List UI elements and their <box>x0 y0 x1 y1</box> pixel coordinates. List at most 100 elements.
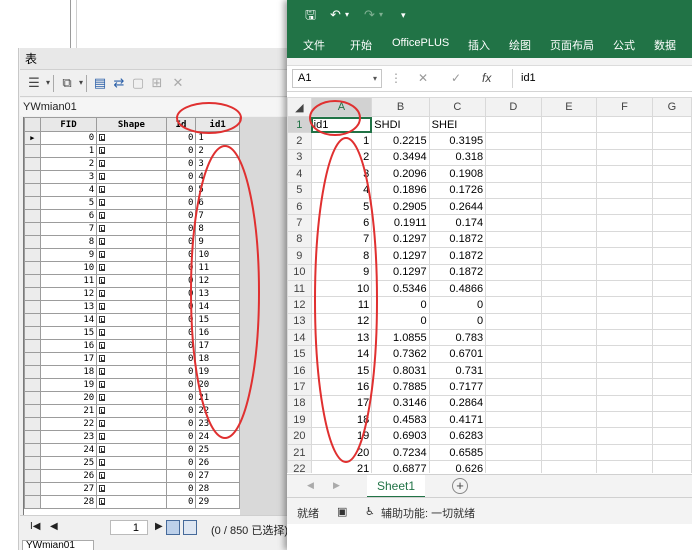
cell-id1[interactable]: 13 <box>195 287 240 301</box>
cell-c[interactable]: 0.1872 <box>428 263 487 281</box>
cell[interactable] <box>651 181 692 199</box>
row-selector[interactable] <box>24 391 41 405</box>
cell-id[interactable]: 0 <box>165 209 197 223</box>
cell[interactable] <box>485 361 542 380</box>
cell-b[interactable]: 0.7234 <box>371 443 430 462</box>
worksheet-grid[interactable]: ◢ A B C D E F G 1 id1 SHDI SHEI 2 1 0.22… <box>287 97 692 473</box>
column-header-fid[interactable]: FID <box>39 117 98 132</box>
cell[interactable] <box>540 247 598 265</box>
cell-shape[interactable] <box>96 144 167 158</box>
cell-id1[interactable]: 8 <box>195 222 240 236</box>
tab-officeplus[interactable]: OfficePLUS <box>392 37 449 49</box>
cell-shape[interactable] <box>96 235 167 249</box>
row-selector[interactable] <box>24 209 41 223</box>
cell[interactable] <box>485 197 542 216</box>
row-header[interactable]: 3 <box>287 148 312 167</box>
cell-a[interactable]: 21 <box>310 460 373 473</box>
cell-a[interactable]: 8 <box>310 247 373 265</box>
cell-c[interactable]: 0.6701 <box>428 345 487 363</box>
cell-shape[interactable] <box>96 469 167 483</box>
cell-shape[interactable] <box>96 443 167 457</box>
cell-id[interactable]: 0 <box>165 300 197 314</box>
cell[interactable] <box>651 279 692 298</box>
redo-icon[interactable]: ↷ <box>364 7 375 23</box>
cell-id1[interactable]: 1 <box>195 131 240 145</box>
row-header[interactable]: 12 <box>287 296 312 314</box>
row-header[interactable]: 17 <box>287 378 312 396</box>
row-header[interactable]: 8 <box>287 230 312 249</box>
cell-a[interactable]: 3 <box>310 165 373 183</box>
next-record-icon[interactable]: ▶ <box>155 521 163 532</box>
row-selector[interactable] <box>24 495 41 509</box>
cell-fid[interactable]: 0 <box>39 131 98 145</box>
cell-shape[interactable] <box>96 365 167 379</box>
row-header[interactable]: 16 <box>287 361 312 380</box>
cell-fid[interactable]: 6 <box>39 209 98 223</box>
current-record-field[interactable]: 1 <box>110 520 148 535</box>
cell-fid[interactable]: 25 <box>39 456 98 470</box>
cell-b[interactable]: 0.2096 <box>371 165 430 183</box>
cell[interactable] <box>540 345 598 363</box>
cell-fid[interactable]: 7 <box>39 222 98 236</box>
cell-id[interactable]: 0 <box>165 235 197 249</box>
cell-b[interactable]: 0.8031 <box>371 361 430 380</box>
cell-id1[interactable]: 2 <box>195 144 240 158</box>
cell[interactable] <box>485 378 542 396</box>
cell-fid[interactable]: 20 <box>39 391 98 405</box>
row-selector[interactable] <box>24 443 41 457</box>
cell-id1[interactable]: 28 <box>195 482 240 496</box>
cell-id1[interactable]: 17 <box>195 339 240 353</box>
cell-b[interactable]: 0 <box>371 296 430 314</box>
cell-a[interactable]: 9 <box>310 263 373 281</box>
cell-a[interactable]: 6 <box>310 214 373 232</box>
cell[interactable] <box>485 279 542 298</box>
row-header[interactable]: 4 <box>287 165 312 183</box>
cell-a[interactable]: 20 <box>310 443 373 462</box>
cell[interactable] <box>596 181 653 199</box>
cell-shape[interactable] <box>96 313 167 327</box>
tab-draw[interactable]: 绘图 <box>509 37 531 53</box>
insert-function-icon[interactable]: fx <box>482 71 491 85</box>
switch-selection-icon[interactable]: ⇄ <box>111 75 127 91</box>
row-selector[interactable] <box>24 157 41 171</box>
table-row[interactable]: 6 07 <box>24 209 240 223</box>
cell[interactable] <box>651 296 692 314</box>
row-header[interactable]: 14 <box>287 329 312 347</box>
column-header-f[interactable]: F <box>596 97 653 117</box>
cell[interactable] <box>540 460 598 473</box>
undo-dropdown-icon[interactable]: ▾ <box>345 7 349 23</box>
row-selector[interactable] <box>24 235 41 249</box>
cell-fid[interactable]: 26 <box>39 469 98 483</box>
cell-fid[interactable]: 17 <box>39 352 98 366</box>
tab-home[interactable]: 开始 <box>350 37 372 53</box>
cell-id[interactable]: 0 <box>165 495 197 509</box>
cell[interactable] <box>485 345 542 363</box>
formula-input[interactable]: id1 <box>512 69 692 88</box>
cell-c[interactable]: 0.3195 <box>428 132 487 150</box>
cell[interactable] <box>596 230 653 249</box>
row-selector[interactable] <box>24 183 41 197</box>
cell-fid[interactable]: 5 <box>39 196 98 210</box>
delete-selected-icon[interactable]: ✕ <box>170 75 186 91</box>
cell-shape[interactable] <box>96 222 167 236</box>
cell-fid[interactable]: 28 <box>39 495 98 509</box>
cell-fid[interactable]: 3 <box>39 170 98 184</box>
cell[interactable] <box>540 296 598 314</box>
cell[interactable] <box>651 427 692 445</box>
cell[interactable] <box>596 279 653 298</box>
cell-id[interactable]: 0 <box>165 339 197 353</box>
row-selector[interactable] <box>24 339 41 353</box>
sheet-tab-sheet1[interactable]: Sheet1 <box>367 475 425 498</box>
row-header[interactable]: 10 <box>287 263 312 281</box>
row-header[interactable]: 7 <box>287 214 312 232</box>
cancel-icon[interactable]: ✕ <box>418 71 428 85</box>
cell-c[interactable]: 0.174 <box>428 214 487 232</box>
cell-a[interactable]: 4 <box>310 181 373 199</box>
cell-id[interactable]: 0 <box>165 378 197 392</box>
cell-id1[interactable]: 19 <box>195 365 240 379</box>
cell[interactable] <box>651 312 692 331</box>
cell-b[interactable]: 0.1896 <box>371 181 430 199</box>
cell-b[interactable]: 0.1297 <box>371 230 430 249</box>
cell[interactable] <box>540 230 598 249</box>
cell-a[interactable]: 18 <box>310 411 373 429</box>
